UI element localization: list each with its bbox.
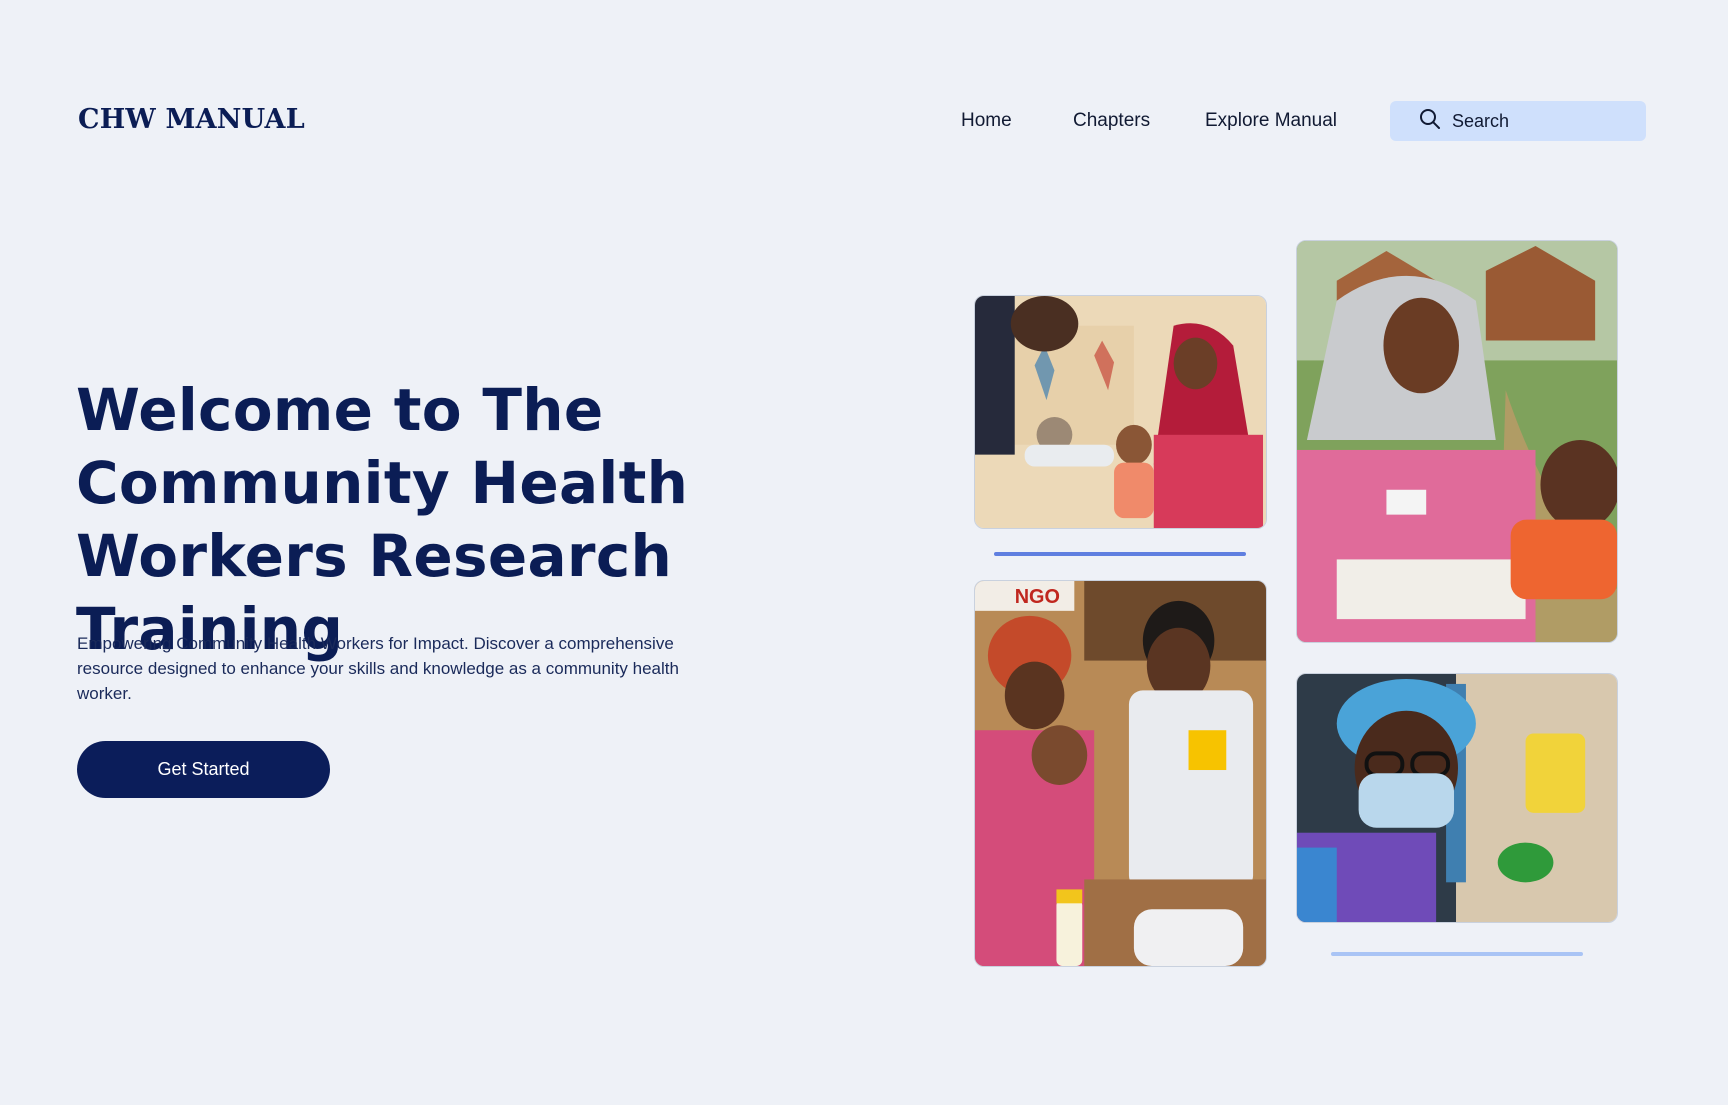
carousel-indicator-2: [1331, 952, 1583, 956]
get-started-button[interactable]: Get Started: [77, 741, 330, 798]
nav-chapters-link[interactable]: Chapters: [1073, 110, 1150, 132]
hero-subtitle: Empowering Community Health Workers for …: [77, 634, 679, 703]
search-button[interactable]: Search: [1390, 101, 1646, 141]
photo-chw-with-mother-and-baby: [974, 295, 1267, 529]
hero-title: Welcome to The Community Health Workers …: [76, 376, 689, 663]
site-logo[interactable]: CHW MANUAL: [78, 104, 305, 135]
carousel-indicator-1: [994, 552, 1246, 556]
photo-masked-health-worker: [1296, 673, 1618, 923]
ngo-sign-text: NGO: [1015, 586, 1060, 608]
search-label: Search: [1452, 110, 1510, 131]
photo-ngo-worker-examining-child: NGO: [974, 580, 1267, 967]
nav-home-link[interactable]: Home: [961, 110, 1012, 132]
nav-explore-manual-link[interactable]: Explore Manual: [1205, 110, 1337, 132]
search-icon: [1418, 107, 1442, 136]
photo-chw-writing-clipboard: [1296, 240, 1618, 643]
